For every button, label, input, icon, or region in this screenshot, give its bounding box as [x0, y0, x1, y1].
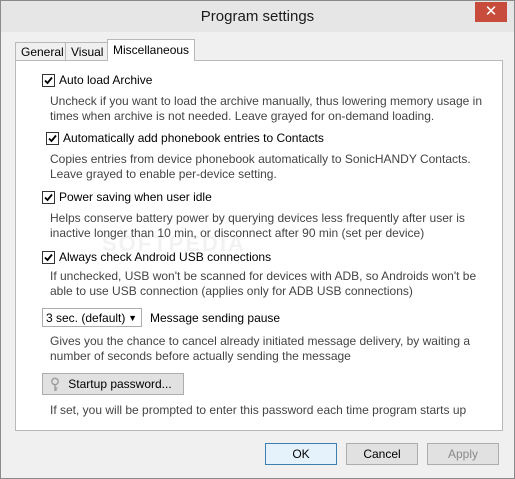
option-android-usb[interactable]: Always check Android USB connections — [42, 250, 271, 264]
power-saving-desc: Helps conserve battery power by querying… — [50, 211, 465, 240]
startup-password-label: Startup password... — [68, 377, 172, 391]
close-icon: ✕ — [484, 3, 498, 20]
close-button[interactable]: ✕ — [475, 2, 507, 22]
tab-miscellaneous[interactable]: Miscellaneous — [107, 39, 196, 61]
check-icon — [44, 76, 53, 84]
auto-load-archive-label: Auto load Archive — [59, 73, 153, 87]
tab-visual[interactable]: Visual — [65, 42, 110, 61]
apply-button[interactable]: Apply — [427, 443, 499, 465]
key-icon — [51, 377, 59, 391]
message-pause-label: Message sending pause — [150, 311, 281, 325]
check-icon — [44, 253, 53, 261]
title-bar[interactable]: Program settings ✕ — [1, 1, 514, 32]
check-icon — [44, 193, 53, 201]
android-usb-checkbox[interactable] — [42, 250, 55, 264]
tab-general[interactable]: General — [15, 42, 70, 61]
add-phonebook-desc: Copies entries from device phonebook aut… — [50, 152, 471, 181]
android-usb-label: Always check Android USB connections — [59, 250, 272, 264]
ok-button[interactable]: OK — [265, 443, 337, 465]
dialog-footer: OK Cancel Apply — [1, 431, 514, 478]
check-icon — [48, 134, 57, 142]
startup-password-button[interactable]: Startup password... — [42, 373, 184, 395]
cancel-button[interactable]: Cancel — [346, 443, 418, 465]
auto-load-archive-desc: Uncheck if you want to load the archive … — [50, 94, 482, 123]
option-auto-load-archive[interactable]: Auto load Archive — [42, 73, 152, 87]
message-pause-value: 3 sec. (default) — [46, 311, 126, 325]
option-power-saving[interactable]: Power saving when user idle — [42, 190, 212, 204]
android-usb-desc: If unchecked, USB won't be scanned for d… — [50, 269, 477, 298]
add-phonebook-label: Automatically add phonebook entries to C… — [63, 131, 324, 145]
chevron-down-icon: ▼ — [128, 313, 137, 323]
add-phonebook-checkbox[interactable] — [46, 131, 59, 145]
settings-window: Program settings ✕ General Visual Miscel… — [0, 0, 515, 479]
power-saving-checkbox[interactable] — [42, 190, 55, 204]
auto-load-archive-checkbox[interactable] — [42, 73, 55, 87]
miscellaneous-panel: SOFTPEDIA Auto load Archive Uncheck if y… — [15, 60, 503, 431]
startup-password-desc: If set, you will be prompted to enter th… — [50, 403, 467, 417]
message-pause-desc: Gives you the chance to cancel already i… — [50, 334, 471, 363]
power-saving-label: Power saving when user idle — [59, 190, 212, 204]
message-pause-select[interactable]: 3 sec. (default) ▼ — [42, 308, 142, 327]
option-add-phonebook[interactable]: Automatically add phonebook entries to C… — [46, 131, 324, 145]
window-title: Program settings — [200, 8, 315, 25]
